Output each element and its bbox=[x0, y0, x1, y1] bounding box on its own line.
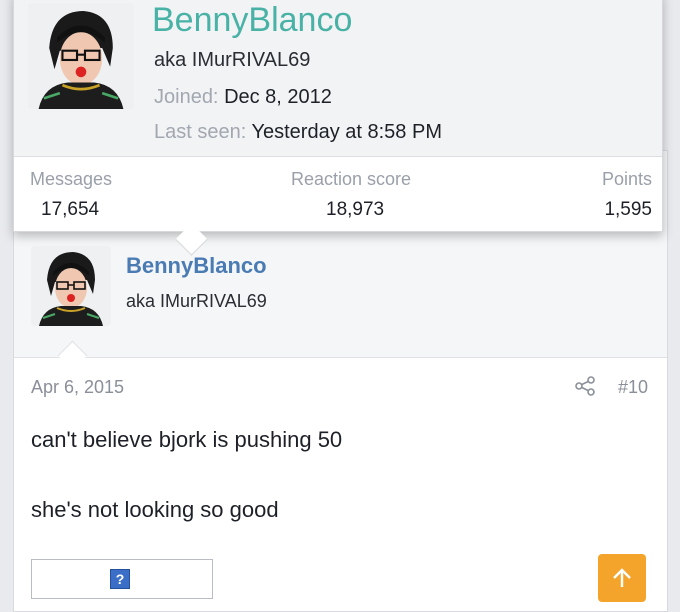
scroll-to-top-button[interactable] bbox=[598, 554, 646, 602]
stat-value-reaction-score: 18,973 bbox=[326, 199, 385, 220]
embed-placeholder[interactable]: ? bbox=[31, 559, 213, 599]
stat-label-reaction-score: Reaction score bbox=[291, 169, 412, 189]
last-seen-label: Last seen: bbox=[154, 121, 247, 143]
post-body-line: she's not looking so good bbox=[31, 497, 279, 522]
member-tooltip-card: BennyBlanco aka IMurRIVAL69 Joined: Dec … bbox=[13, 0, 663, 232]
share-icon[interactable] bbox=[574, 375, 596, 397]
last-seen-value: Yesterday at 8:58 PM bbox=[251, 121, 443, 143]
post-number-link[interactable]: #10 bbox=[618, 377, 648, 398]
joined-label: Joined: bbox=[154, 86, 219, 108]
post-date[interactable]: Apr 6, 2015 bbox=[31, 377, 124, 398]
avatar-image bbox=[28, 3, 134, 109]
stat-value-points[interactable]: 1,595 bbox=[604, 199, 652, 221]
stat-value-messages[interactable]: 17,654 bbox=[41, 199, 99, 221]
arrow-up-icon bbox=[613, 568, 631, 587]
post-username[interactable]: BennyBlanco bbox=[126, 253, 267, 279]
last-seen-row: Last seen: Yesterday at 8:58 PM bbox=[154, 121, 442, 144]
missing-image-icon: ? bbox=[110, 569, 130, 589]
tooltip-username[interactable]: BennyBlanco bbox=[152, 1, 352, 40]
stat-label-messages: Messages bbox=[30, 169, 113, 189]
stat-label-points: Points bbox=[601, 169, 652, 189]
joined-row: Joined: Dec 8, 2012 bbox=[154, 86, 332, 109]
avatar-image bbox=[31, 246, 111, 326]
post-user-title: aka IMurRIVAL69 bbox=[126, 291, 267, 311]
tooltip-avatar[interactable] bbox=[28, 3, 134, 109]
joined-value: Dec 8, 2012 bbox=[224, 86, 332, 108]
tooltip-user-title: aka IMurRIVAL69 bbox=[154, 49, 311, 71]
post-body-line: can't believe bjork is pushing 50 bbox=[31, 427, 343, 452]
post-avatar[interactable] bbox=[31, 246, 111, 326]
